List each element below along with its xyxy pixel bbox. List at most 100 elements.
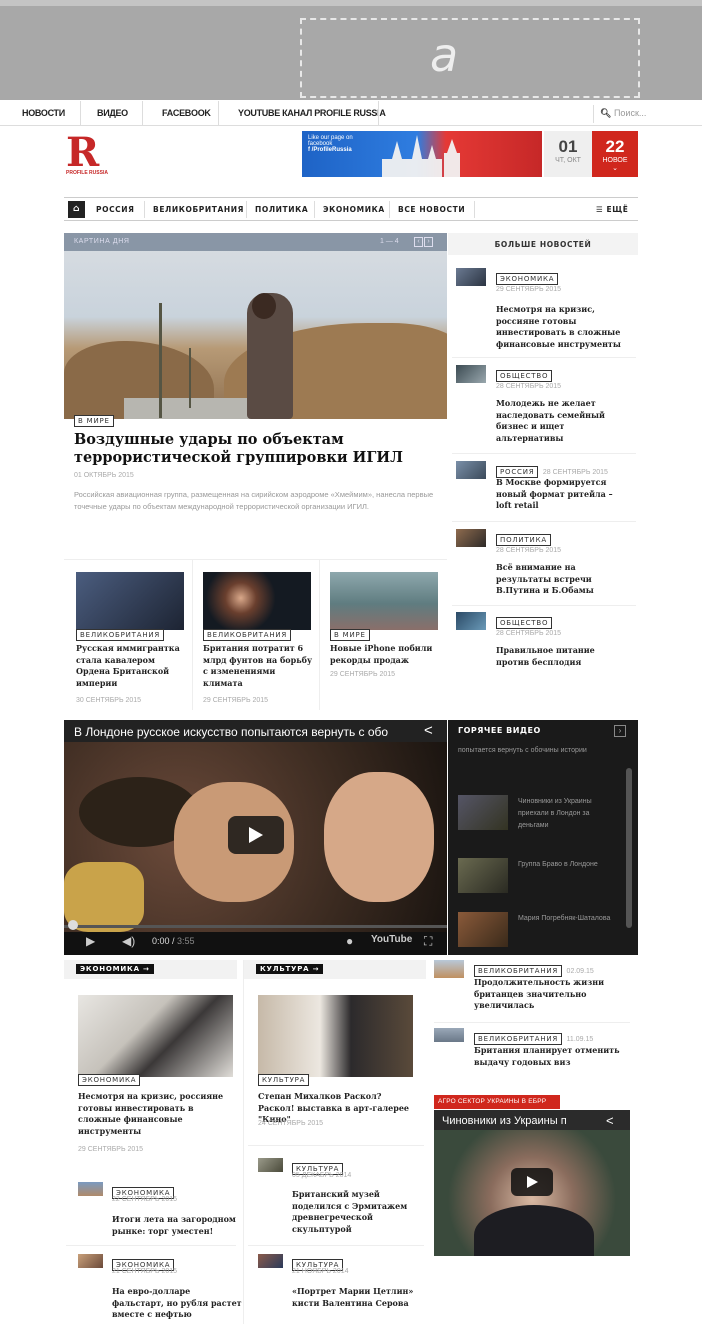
side-video-player[interactable]: Чиновники из Украины п < [434,1110,630,1256]
divider [319,560,320,710]
list-thumbnail[interactable] [78,1254,103,1268]
list-tag[interactable]: ВЕЛИКОБРИТАНИЯ 02.09.15 [474,960,594,978]
hot-video-thumbnail[interactable] [458,795,508,830]
list-title[interactable]: На евро-долларе фальстарт, но рубля раст… [112,1286,242,1321]
youtube-logo[interactable]: YouTube [371,934,412,945]
play-button[interactable] [511,1168,553,1196]
share-icon[interactable]: < [424,722,433,739]
culture-heading[interactable]: КУЛЬТУРА → [256,964,324,974]
nav-item-russia[interactable]: РОССИЯ [96,205,135,214]
list-title[interactable]: Британия планирует отменить выдачу годов… [474,1045,624,1068]
list-thumbnail[interactable] [434,1028,464,1042]
list-tag[interactable]: ВЕЛИКОБРИТАНИЯ 11.09.15 [474,1028,593,1046]
more-news-heading: БОЛЬШЕ НОВОСТЕЙ [448,233,638,255]
top-nav-video[interactable]: ВИДЕО [97,108,128,118]
hero-image[interactable]: КАРТИНА ДНЯ 1 — 4 ‹ › [64,233,447,419]
nav-item-politics[interactable]: ПОЛИТИКА [255,205,308,214]
share-icon[interactable]: < [606,1113,614,1128]
hot-video-title[interactable]: Чиновники из Украины приехали в Лондон з… [518,796,618,832]
hot-video-title[interactable]: Мария Погребняк-Шаталова [518,913,618,925]
card-title[interactable]: Новые iPhone побили рекорды продаж [330,643,442,666]
news-tag[interactable]: ОБЩЕСТВО 28 СЕНТЯБРЬ 2015 [496,612,561,637]
list-title[interactable]: Британский музей поделился с Эрмитажем д… [292,1189,422,1235]
news-thumbnail[interactable] [456,612,486,630]
news-title[interactable]: Всё внимание на результаты встречи В.Пут… [496,562,630,597]
nav-item-uk[interactable]: ВЕЛИКОБРИТАНИЯ [153,205,244,214]
top-nav-news[interactable]: НОВОСТИ [22,108,65,118]
hero-tag[interactable]: В МИРЕ [74,410,114,428]
card-tag[interactable]: ВЕЛИКОБРИТАНИЯ [203,624,292,642]
list-title[interactable]: Продолжительность жизни британцев значит… [474,977,624,1012]
date-day: 01 [558,137,578,156]
card-image[interactable] [203,572,311,630]
economy-main-image[interactable] [78,995,233,1077]
list-thumbnail[interactable] [258,1254,283,1268]
video-progress-bar[interactable] [64,925,447,928]
news-title[interactable]: В Москве формируется новый формат ритейл… [496,477,630,512]
news-title[interactable]: Несмотря на кризис, россияне готовы инве… [496,304,630,350]
play-button[interactable] [228,816,284,854]
economy-heading[interactable]: ЭКОНОМИКА → [76,964,154,974]
list-thumbnail[interactable] [78,1182,103,1196]
side-video-title[interactable]: Чиновники из Украины п [442,1115,607,1127]
hot-video-thumbnail[interactable] [458,912,508,947]
card-title[interactable]: Британия потратит 6 млрд фунтов на борьб… [203,643,315,689]
card-image[interactable] [330,572,438,630]
hot-video-thumbnail[interactable] [458,858,508,893]
search-placeholder: Поиск... [613,108,647,118]
home-icon[interactable]: ⌂ [68,201,85,218]
progress-handle[interactable] [68,920,78,930]
hero-title[interactable]: Воздушные удары по объектам террористиче… [74,431,434,467]
agro-sector-label[interactable]: АГРО СЕКТОР УКРАИНЫ В ЕБРР [434,1095,560,1109]
new-count-box[interactable]: 22 НОВОЕ ⌄ [592,131,638,177]
list-title[interactable]: Итоги лета на загородном рынке: торг уме… [112,1214,242,1237]
top-nav-youtube[interactable]: YOUTUBE КАНАЛ PROFILE RUSSIA [238,108,386,118]
hot-video-title[interactable]: Группа Браво в Лондоне [518,859,618,871]
logo-text: PROFILE RUSSIA [66,170,108,176]
news-thumbnail[interactable] [456,365,486,383]
play-icon[interactable]: ▶ [86,934,95,948]
card-image[interactable] [76,572,184,630]
economy-section-header: ЭКОНОМИКА → [64,960,237,979]
news-tag[interactable]: ЭКОНОМИКА 29 СЕНТЯБРЬ 2015 [496,268,561,293]
next-arrow-icon[interactable]: › [424,237,433,247]
culture-tag[interactable]: КУЛЬТУРА [258,1069,310,1087]
scrollbar[interactable] [626,768,632,928]
culture-main-image[interactable] [258,995,413,1077]
list-thumbnail[interactable] [258,1158,283,1172]
news-title[interactable]: Правильное питание против бесплодия [496,645,630,668]
nav-item-economy[interactable]: ЭКОНОМИКА [323,205,385,214]
facebook-banner[interactable]: Like our page on facebook f /ProfileRuss… [302,131,542,177]
site-logo[interactable]: R PROFILE RUSSIA [66,133,126,180]
fullscreen-icon[interactable]: ⛶ [424,934,432,949]
prev-arrow-icon[interactable]: ‹ [414,237,423,247]
economy-tag[interactable]: ЭКОНОМИКА [78,1069,141,1087]
hot-video-partial-title[interactable]: попытается вернуть с обочины истории [458,745,618,757]
nav-more-button[interactable]: ☰ ЕЩЁ [596,205,629,214]
news-thumbnail[interactable] [456,268,486,286]
search-input[interactable]: 🔍︎ Поиск... [593,105,693,123]
top-nav-facebook[interactable]: FACEBOOK [162,108,211,118]
card-tag[interactable]: ВЕЛИКОБРИТАНИЯ [76,624,165,642]
volume-icon[interactable]: ◀) [122,934,135,948]
card-tag[interactable]: В МИРЕ [330,624,370,642]
news-thumbnail[interactable] [456,529,486,547]
news-title[interactable]: Молодежь не желает наследовать семейный … [496,398,630,444]
news-tag[interactable]: ОБЩЕСТВО 28 СЕНТЯБРЬ 2015 [496,365,561,390]
news-tag-label: ЭКОНОМИКА [496,273,559,285]
video-title[interactable]: В Лондоне русское искусство попытаются в… [74,725,414,739]
list-date: 21 НОЯБРЬ 2014 [292,1268,349,1275]
economy-main-date: 29 СЕНТЯБРЬ 2015 [78,1146,144,1153]
nav-item-all-news[interactable]: ВСЕ НОВОСТИ [398,205,465,214]
video-player[interactable]: В Лондоне русское искусство попытаются в… [64,720,447,955]
ad-banner[interactable]: a [0,0,702,100]
list-title[interactable]: «Портрет Марии Цетлин» кисти Валентина С… [292,1286,422,1309]
settings-icon[interactable]: ● [346,934,353,948]
economy-main-title[interactable]: Несмотря на кризис, россияне готовы инве… [78,1091,233,1137]
next-arrow-icon[interactable]: › [614,725,626,737]
search-icon: 🔍︎ [600,108,612,118]
news-tag[interactable]: ПОЛИТИКА 28 СЕНТЯБРЬ 2015 [496,529,561,554]
news-thumbnail[interactable] [456,461,486,479]
list-thumbnail[interactable] [434,960,464,978]
card-title[interactable]: Русская иммигрантка стала кавалером Орде… [76,643,188,689]
